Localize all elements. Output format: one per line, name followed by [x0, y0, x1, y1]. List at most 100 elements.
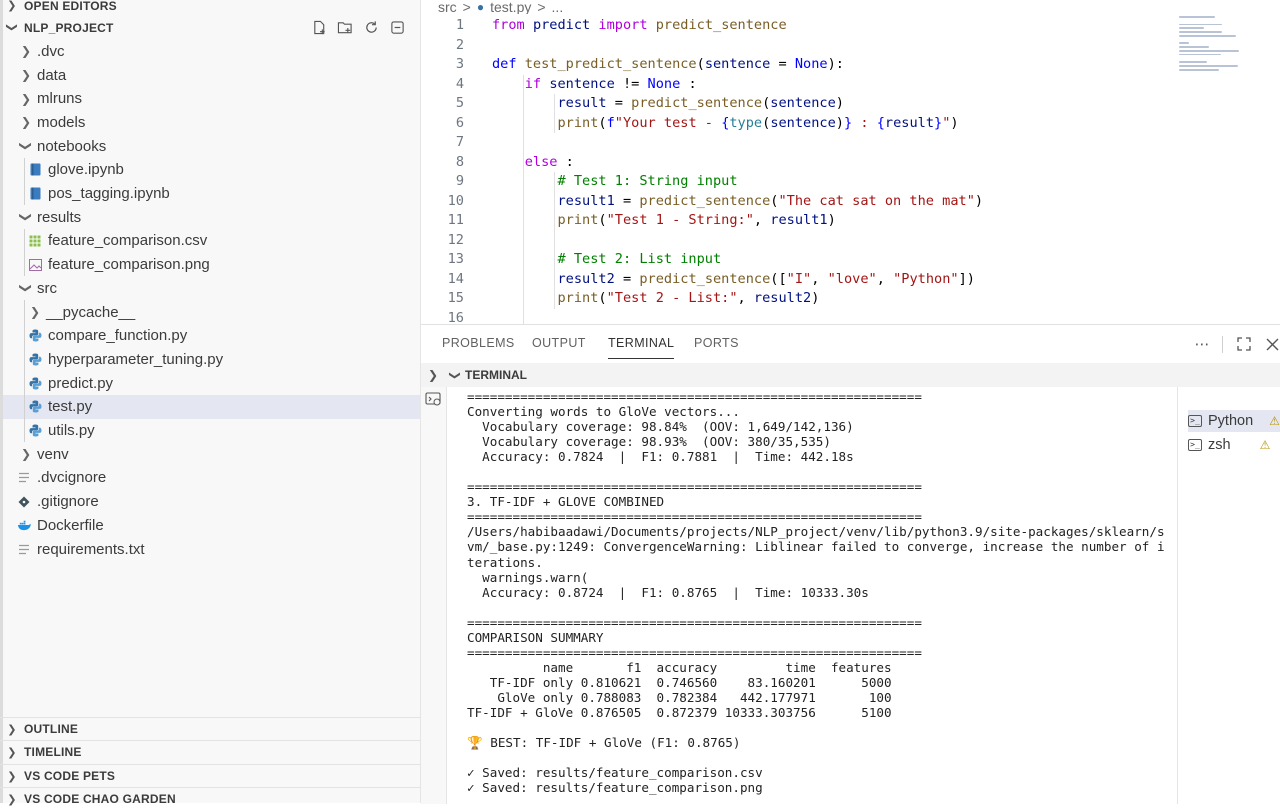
- terminal-line: /Users/habibaadawi/Documents/projects/NL…: [467, 524, 1165, 540]
- new-folder-icon[interactable]: [335, 18, 355, 38]
- git-file-icon: [17, 495, 31, 509]
- terminal-list: >_ Python ⚠ >_ zsh ⚠: [1177, 387, 1280, 804]
- close-panel-icon[interactable]: [1262, 334, 1280, 354]
- terminal-line: Accuracy: 0.8724 | F1: 0.8765 | Time: 10…: [467, 584, 869, 600]
- code-text: # Test 2: List input: [557, 251, 722, 267]
- text-file-icon: [17, 542, 31, 556]
- line-number: 14: [447, 270, 464, 287]
- refresh-icon[interactable]: [361, 18, 381, 38]
- new-file-icon[interactable]: [309, 18, 329, 38]
- line-number: 8: [455, 153, 464, 170]
- tree-item[interactable]: ❯ src: [3, 277, 420, 301]
- tree-item[interactable]: hyperparameter_tuning.py: [3, 348, 420, 372]
- code-text: else :: [524, 153, 574, 170]
- breadcrumb-symbol[interactable]: ...: [552, 0, 564, 14]
- tree-item-label: pos_tagging.ipynb: [48, 185, 170, 203]
- indent-guide: [554, 172, 555, 309]
- terminal-output[interactable]: ========================================…: [467, 389, 1179, 804]
- tree-item[interactable]: ❯ .dvc: [3, 40, 420, 64]
- indent-guide: [24, 229, 25, 277]
- terminal-icon: >_: [1188, 415, 1202, 427]
- tree-item-label: feature_comparison.csv: [48, 232, 208, 250]
- warning-icon: ⚠: [1259, 438, 1271, 452]
- line-number: 16: [447, 309, 464, 325]
- minimap[interactable]: [1179, 16, 1249, 78]
- tree-item[interactable]: glove.ipynb: [3, 158, 420, 182]
- tree-item[interactable]: feature_comparison.png: [3, 253, 420, 277]
- code-text: from predict import predict_sentence: [492, 17, 787, 33]
- tree-item[interactable]: ❯ mlruns: [3, 87, 420, 111]
- text-file-icon: [17, 471, 31, 485]
- more-actions-icon[interactable]: ⋯: [1192, 334, 1212, 354]
- minimap-line: [1179, 42, 1189, 45]
- tree-item-label: models: [37, 113, 86, 131]
- section-chao-garden[interactable]: ❯ VS CODE CHAO GARDEN: [0, 787, 421, 810]
- tab-ports[interactable]: PORTS: [694, 336, 739, 350]
- tree-item-label: notebooks: [37, 137, 107, 155]
- tree-item-label: data: [37, 66, 67, 84]
- section-label: VS CODE PETS: [24, 769, 116, 783]
- minimap-line: [1179, 16, 1215, 18]
- tree-item[interactable]: utils.py: [3, 419, 420, 443]
- breadcrumb-file[interactable]: test.py: [490, 0, 531, 14]
- tree-item[interactable]: ❯ notebooks: [3, 134, 420, 158]
- tab-problems[interactable]: PROBLEMS: [442, 336, 515, 350]
- tree-item[interactable]: compare_function.py: [3, 324, 420, 348]
- terminal-section-header[interactable]: ❯ ❯ TERMINAL: [421, 363, 1280, 387]
- code-line: 5 result = predict_sentence(sentence): [421, 94, 1280, 114]
- terminal-line: 3. TF-IDF + GLOVE COMBINED: [467, 494, 665, 510]
- section-project[interactable]: ❯ NLP_PROJECT: [0, 16, 421, 39]
- terminal-decoration-icon[interactable]: [425, 391, 442, 412]
- collapse-all-icon[interactable]: [387, 18, 407, 38]
- tree-item-label: src: [37, 279, 57, 297]
- tab-output[interactable]: OUTPUT: [532, 336, 586, 350]
- terminal-line: vm/_base.py:1249: ConvergenceWarning: Li…: [467, 539, 1165, 555]
- terminal-item-zsh[interactable]: >_ zsh ⚠: [1188, 434, 1270, 456]
- minimap-line: [1179, 34, 1236, 37]
- tree-item-label: compare_function.py: [48, 327, 188, 345]
- tree-item[interactable]: requirements.txt: [3, 537, 420, 561]
- tab-terminal[interactable]: TERMINAL: [608, 336, 675, 359]
- line-number: 4: [455, 75, 464, 92]
- code-text: print("Test 1 - String:", result1): [557, 212, 836, 228]
- tree-item[interactable]: feature_comparison.csv: [3, 229, 420, 253]
- code-editor[interactable]: 1 from predict import predict_sentence 2 3 d…: [421, 14, 1280, 324]
- line-number: 1: [455, 17, 464, 33]
- tree-item[interactable]: ❯ models: [3, 111, 420, 135]
- tree-item[interactable]: ❯ results: [3, 205, 420, 229]
- tree-item[interactable]: ❯ venv: [3, 442, 420, 466]
- tree-item[interactable]: predict.py: [3, 371, 420, 395]
- image-file-icon: [28, 258, 42, 272]
- terminal-item-python[interactable]: >_ Python ⚠: [1188, 410, 1280, 432]
- tree-item[interactable]: ❯ data: [3, 63, 420, 87]
- terminal-gutter: [421, 387, 447, 804]
- section-timeline[interactable]: ❯ TIMELINE: [0, 740, 421, 763]
- maximize-panel-icon[interactable]: [1234, 334, 1254, 354]
- tree-item[interactable]: pos_tagging.ipynb: [3, 182, 420, 206]
- code-line: 7: [421, 133, 1280, 153]
- tree-item-label: test.py: [48, 398, 93, 416]
- chevron-right-icon: ❯: [20, 447, 32, 462]
- tree-item[interactable]: .dvcignore: [3, 466, 420, 490]
- python-file-icon: ●: [476, 0, 485, 14]
- line-number: 13: [447, 251, 464, 267]
- tree-item-label: glove.ipynb: [48, 161, 124, 179]
- chevron-right-icon[interactable]: ❯: [421, 368, 445, 382]
- section-vscode-pets[interactable]: ❯ VS CODE PETS: [0, 764, 421, 787]
- tree-item[interactable]: test.py: [3, 395, 420, 419]
- tree-item[interactable]: Dockerfile: [3, 514, 420, 538]
- terminal-line: terations.: [467, 554, 543, 570]
- python-file-icon: [28, 376, 42, 390]
- tree-item[interactable]: ❯ __pycache__: [3, 300, 420, 324]
- chevron-right-icon: ❯: [20, 91, 32, 106]
- section-open-editors[interactable]: ❯ OPEN EDITORS: [0, 0, 421, 17]
- section-outline[interactable]: ❯ OUTLINE: [0, 717, 421, 740]
- terminal-item-label: zsh: [1208, 437, 1231, 453]
- chevron-right-icon: ❯: [20, 115, 32, 130]
- breadcrumb-folder[interactable]: src: [438, 0, 457, 14]
- tree-item[interactable]: .gitignore: [3, 490, 420, 514]
